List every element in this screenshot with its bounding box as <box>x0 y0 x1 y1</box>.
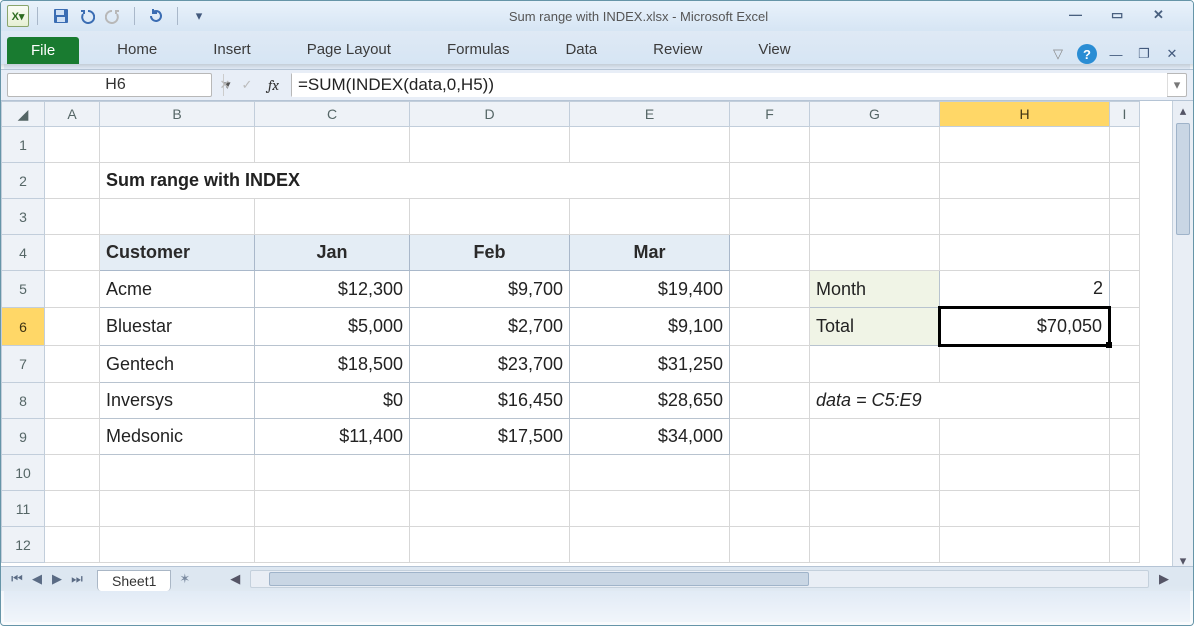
doc-restore-icon[interactable]: ❐ <box>1135 45 1153 63</box>
table-cell[interactable]: $31,250 <box>570 346 730 383</box>
col-header[interactable]: I <box>1110 102 1140 127</box>
page-title: Sum range with INDEX <box>100 163 730 199</box>
table-cell[interactable]: $5,000 <box>255 308 410 346</box>
tab-file[interactable]: File <box>7 37 79 64</box>
ribbon-tabs: File Home Insert Page Layout Formulas Da… <box>1 31 1193 64</box>
table-cell[interactable]: $17,500 <box>410 419 570 455</box>
scroll-thumb[interactable] <box>1176 123 1190 235</box>
ribbon-minimize-icon[interactable]: ▽ <box>1049 45 1067 63</box>
col-header[interactable]: F <box>730 102 810 127</box>
total-value-active-cell[interactable]: $70,050 <box>940 308 1110 346</box>
table-header: Mar <box>570 235 730 271</box>
worksheet-area: ◢ A B C D E F G H I 1 2 Sum range with I… <box>1 101 1193 591</box>
col-header[interactable]: B <box>100 102 255 127</box>
tab-home[interactable]: Home <box>89 35 185 64</box>
month-label: Month <box>810 271 940 308</box>
table-cell[interactable]: $16,450 <box>410 383 570 419</box>
row-header[interactable]: 6 <box>2 308 45 346</box>
table-cell[interactable]: $2,700 <box>410 308 570 346</box>
bottom-fade <box>1 585 1193 625</box>
tab-view[interactable]: View <box>730 35 818 64</box>
col-header[interactable]: E <box>570 102 730 127</box>
quick-access-toolbar: ▾ <box>52 7 208 25</box>
row-header[interactable]: 8 <box>2 383 45 419</box>
refresh-icon[interactable] <box>147 7 165 25</box>
column-headers[interactable]: ◢ A B C D E F G H I <box>2 102 1140 127</box>
row-header[interactable]: 11 <box>2 491 45 527</box>
row-header[interactable]: 10 <box>2 455 45 491</box>
title-bar: X▾ ▾ Sum range with INDEX.xlsx - Microso… <box>1 1 1193 31</box>
tab-formulas[interactable]: Formulas <box>419 35 538 64</box>
tab-review[interactable]: Review <box>625 35 730 64</box>
table-header: Feb <box>410 235 570 271</box>
spreadsheet-grid[interactable]: ◢ A B C D E F G H I 1 2 Sum range with I… <box>1 101 1140 563</box>
window-controls: ― ▭ ✕ <box>1069 7 1181 25</box>
table-cell[interactable]: $23,700 <box>410 346 570 383</box>
window-title: Sum range with INDEX.xlsx - Microsoft Ex… <box>208 9 1069 24</box>
table-cell[interactable]: $18,500 <box>255 346 410 383</box>
cancel-formula-icon[interactable]: ✕ <box>216 76 234 94</box>
table-cell[interactable]: $9,700 <box>410 271 570 308</box>
col-header[interactable]: D <box>410 102 570 127</box>
fx-icon[interactable]: fx <box>260 76 287 94</box>
excel-logo-icon: X▾ <box>7 5 29 27</box>
save-icon[interactable] <box>52 7 70 25</box>
table-cell[interactable]: $34,000 <box>570 419 730 455</box>
table-cell[interactable]: $12,300 <box>255 271 410 308</box>
formula-expand-icon[interactable]: ▾ <box>1167 74 1186 96</box>
enter-formula-icon[interactable]: ✓ <box>238 76 256 94</box>
doc-minimize-icon[interactable]: ― <box>1107 45 1125 63</box>
row-header[interactable]: 7 <box>2 346 45 383</box>
row-header[interactable]: 4 <box>2 235 45 271</box>
name-box[interactable]: ▾ <box>7 73 212 97</box>
maximize-button[interactable]: ▭ <box>1111 7 1139 25</box>
table-cell[interactable]: Inversys <box>100 383 255 419</box>
table-header: Jan <box>255 235 410 271</box>
close-button[interactable]: ✕ <box>1153 7 1181 25</box>
col-header[interactable]: A <box>45 102 100 127</box>
row-header[interactable]: 9 <box>2 419 45 455</box>
col-header[interactable]: H <box>940 102 1110 127</box>
col-header[interactable]: C <box>255 102 410 127</box>
table-cell[interactable]: Bluestar <box>100 308 255 346</box>
row-header[interactable]: 12 <box>2 527 45 563</box>
help-icon[interactable]: ? <box>1077 44 1097 64</box>
select-all-corner[interactable]: ◢ <box>2 102 45 127</box>
table-cell[interactable]: $28,650 <box>570 383 730 419</box>
table-cell[interactable]: $19,400 <box>570 271 730 308</box>
table-cell[interactable]: Medsonic <box>100 419 255 455</box>
table-cell[interactable]: $11,400 <box>255 419 410 455</box>
table-cell[interactable]: $9,100 <box>570 308 730 346</box>
name-box-input[interactable] <box>8 74 223 96</box>
row-header[interactable]: 5 <box>2 271 45 308</box>
row-header[interactable]: 1 <box>2 127 45 163</box>
row-header[interactable]: 3 <box>2 199 45 235</box>
qat-customize-icon[interactable]: ▾ <box>190 7 208 25</box>
scroll-up-icon[interactable]: ▴ <box>1173 101 1193 121</box>
table-cell[interactable]: Acme <box>100 271 255 308</box>
tab-insert[interactable]: Insert <box>185 35 279 64</box>
table-cell[interactable]: $0 <box>255 383 410 419</box>
redo-icon[interactable] <box>104 7 122 25</box>
excel-window: X▾ ▾ Sum range with INDEX.xlsx - Microso… <box>0 0 1194 626</box>
table-header: Customer <box>100 235 255 271</box>
formula-bar: ▾ ✕ ✓ fx ▾ <box>1 69 1193 101</box>
row-header[interactable]: 2 <box>2 163 45 199</box>
formula-input-wrap: ▾ <box>291 73 1187 97</box>
formula-input[interactable] <box>292 73 1167 97</box>
col-header[interactable]: G <box>810 102 940 127</box>
minimize-button[interactable]: ― <box>1069 7 1097 25</box>
named-range-note: data = C5:E9 <box>810 383 1110 419</box>
tab-page-layout[interactable]: Page Layout <box>279 35 419 64</box>
doc-close-icon[interactable]: ✕ <box>1163 45 1181 63</box>
month-value[interactable]: 2 <box>940 271 1110 308</box>
undo-icon[interactable] <box>78 7 96 25</box>
tab-data[interactable]: Data <box>537 35 625 64</box>
vertical-scrollbar[interactable]: ▴ ▾ <box>1172 101 1193 571</box>
table-cell[interactable]: Gentech <box>100 346 255 383</box>
total-label: Total <box>810 308 940 346</box>
